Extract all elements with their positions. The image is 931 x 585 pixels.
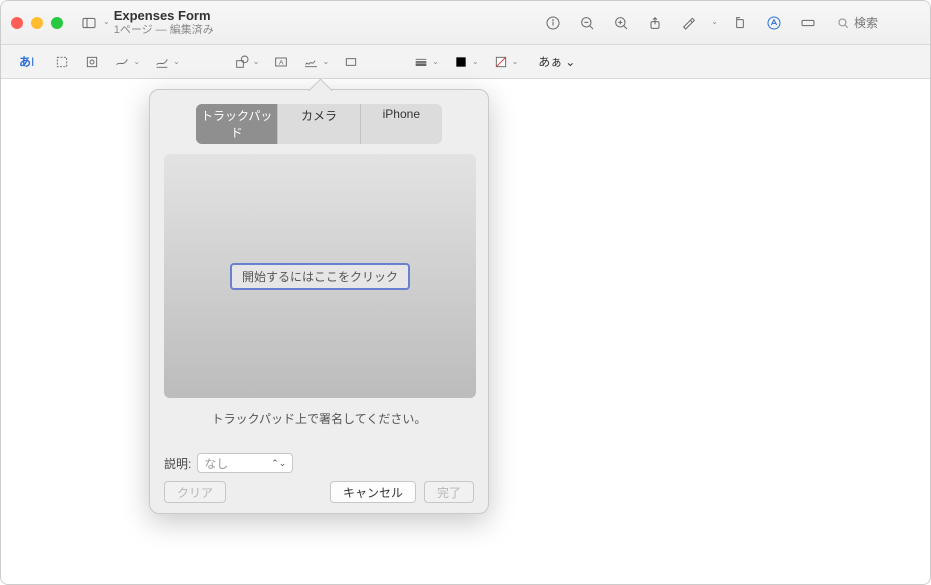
document-subtitle: 1ページ — 編集済み xyxy=(114,24,214,36)
border-color-button[interactable]: ⌄ xyxy=(453,54,479,70)
close-window-button[interactable] xyxy=(11,17,23,29)
highlight-menu-chevron-icon[interactable]: ⌄ xyxy=(711,17,718,26)
zoom-out-button[interactable] xyxy=(575,11,599,35)
minimize-window-button[interactable] xyxy=(31,17,43,29)
description-row: 説明: なし ⌃⌄ xyxy=(164,453,474,473)
select-chevron-icon: ⌃⌄ xyxy=(271,458,286,469)
description-label: 説明: xyxy=(164,455,191,472)
preview-window: ⌄ Expenses Form 1ページ — 編集済み ⌄ あI ⌄ ⌄ xyxy=(0,0,931,585)
document-title-block: Expenses Form 1ページ — 編集済み xyxy=(114,9,214,35)
done-button[interactable]: 完了 xyxy=(424,481,474,503)
markup-button[interactable] xyxy=(762,11,786,35)
sign-button[interactable]: ⌄ xyxy=(303,54,329,70)
popover-buttons: クリア キャンセル 完了 xyxy=(164,481,474,503)
adjust-size-button[interactable] xyxy=(343,54,359,70)
sketch-button[interactable]: ⌄ xyxy=(114,54,140,70)
signature-canvas: 開始するにはここをクリック xyxy=(164,154,476,398)
markup-toolbar: あI ⌄ ⌄ ⌄ A ⌄ ⌄ ⌄ ⌄ あぁ⌄ xyxy=(1,45,930,79)
titlebar: ⌄ Expenses Form 1ページ — 編集済み ⌄ xyxy=(1,1,930,45)
highlight-button[interactable] xyxy=(677,11,701,35)
svg-text:A: A xyxy=(279,59,284,66)
text-box-button[interactable]: A xyxy=(273,54,289,70)
instant-alpha-button[interactable] xyxy=(84,54,100,70)
line-style-button[interactable]: ⌄ xyxy=(413,54,439,70)
signature-source-tabs: トラックパッド カメラ iPhone xyxy=(196,104,442,144)
share-button[interactable] xyxy=(643,11,667,35)
form-fill-button[interactable] xyxy=(796,11,820,35)
tab-trackpad[interactable]: トラックパッド xyxy=(196,104,278,144)
shapes-button[interactable]: ⌄ xyxy=(234,54,260,70)
selection-tool-button[interactable] xyxy=(54,54,70,70)
draw-button[interactable]: ⌄ xyxy=(154,54,180,70)
font-style-button[interactable]: あぁ⌄ xyxy=(532,51,581,72)
tab-camera[interactable]: カメラ xyxy=(278,104,360,144)
zoom-in-button[interactable] xyxy=(609,11,633,35)
sidebar-toggle-button[interactable] xyxy=(77,11,101,35)
text-insert-button[interactable]: あI xyxy=(13,51,40,72)
signature-popover: トラックパッド カメラ iPhone 開始するにはここをクリック トラックパッド… xyxy=(149,89,489,514)
clear-button[interactable]: クリア xyxy=(164,481,226,503)
fill-color-button[interactable]: ⌄ xyxy=(493,54,519,70)
info-button[interactable] xyxy=(541,11,565,35)
description-select[interactable]: なし ⌃⌄ xyxy=(197,453,293,473)
zoom-window-button[interactable] xyxy=(51,17,63,29)
start-signing-button[interactable]: 開始するにはここをクリック xyxy=(230,263,410,290)
window-controls xyxy=(11,17,63,29)
signature-instruction: トラックパッド上で署名してください。 xyxy=(164,410,474,427)
description-value: なし xyxy=(204,455,228,472)
search-input[interactable] xyxy=(854,16,914,30)
search-field[interactable] xyxy=(830,14,920,32)
titlebar-tools: ⌄ xyxy=(541,11,920,35)
rotate-button[interactable] xyxy=(728,11,752,35)
cancel-button[interactable]: キャンセル xyxy=(330,481,416,503)
tab-iphone[interactable]: iPhone xyxy=(361,104,442,144)
document-title: Expenses Form xyxy=(114,9,214,23)
sidebar-menu-chevron-icon[interactable]: ⌄ xyxy=(103,17,110,26)
document-canvas[interactable]: トラックパッド カメラ iPhone 開始するにはここをクリック トラックパッド… xyxy=(1,79,930,584)
